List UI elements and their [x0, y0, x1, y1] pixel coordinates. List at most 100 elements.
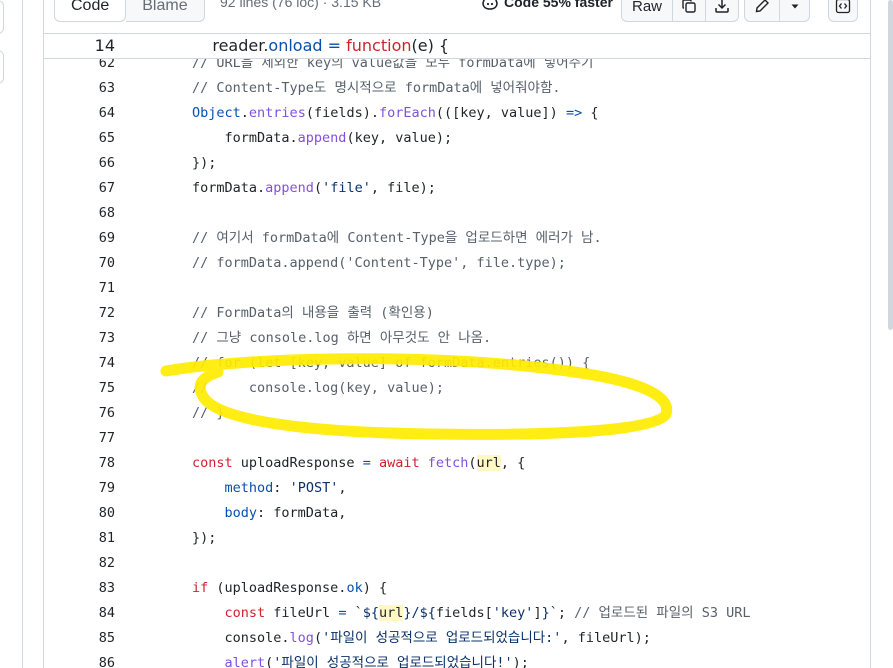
- view-switcher: Code Blame: [54, 0, 205, 22]
- code-tab[interactable]: Code: [54, 0, 127, 22]
- code-line: 84 const fileUrl = `${url}/${fields['key…: [44, 601, 870, 626]
- line-number[interactable]: 79: [44, 476, 115, 501]
- line-code: // FormData의 내용을 출력 (확인용): [192, 305, 434, 321]
- code-square-icon: [835, 0, 851, 14]
- code-line: 75 // console.log(key, value);: [44, 376, 870, 401]
- line-number[interactable]: 70: [44, 251, 115, 276]
- line-code: // 그냥 console.log 하면 아무것도 안 나옴.: [192, 330, 492, 346]
- line-code: // console.log(key, value);: [192, 380, 444, 396]
- more-edit-options-button[interactable]: [780, 0, 810, 22]
- line-number[interactable]: 68: [44, 201, 115, 226]
- download-icon: [715, 0, 729, 13]
- line-code: });: [192, 530, 217, 546]
- line-code: alert('파일이 성공적으로 업로드되었습니다!');: [224, 655, 529, 668]
- copy-icon: [682, 0, 696, 13]
- file-toolbar: Code Blame 92 lines (76 loc) · 3.15 KB C…: [43, 0, 871, 34]
- line-number[interactable]: 82: [44, 551, 115, 576]
- code-line: 68: [44, 201, 870, 226]
- code-line: 14 reader.onload = function(e) {: [44, 34, 870, 58]
- code-line: 66});: [44, 151, 870, 176]
- line-number[interactable]: 72: [44, 301, 115, 326]
- code-line: 72 // FormData의 내용을 출력 (확인용): [44, 301, 870, 326]
- code-line: 85 console.log('파일이 성공적으로 업로드되었습니다:', fi…: [44, 626, 870, 651]
- line-code: formData.append('file', file);: [192, 180, 436, 196]
- copy-raw-button[interactable]: [673, 0, 706, 22]
- line-code: body: formData,: [224, 505, 347, 521]
- line-number[interactable]: 14: [44, 34, 115, 58]
- line-code: // 여기서 formData에 Content-Type을 업로드하면 에러가…: [192, 230, 602, 246]
- code-line: 65 formData.append(key, value);: [44, 126, 870, 151]
- line-code: Object.entries(fields).forEach(([key, va…: [192, 105, 599, 121]
- line-code: method: 'POST',: [224, 480, 347, 496]
- line-code: const fileUrl = `${url}/${fields['key']}…: [224, 605, 751, 621]
- line-number[interactable]: 71: [44, 276, 115, 301]
- file-meta: 92 lines (76 loc) · 3.15 KB: [220, 0, 382, 10]
- page-rail: [0, 0, 23, 668]
- copilot-label: Code 55% faster: [504, 0, 613, 10]
- line-number[interactable]: 69: [44, 226, 115, 251]
- code-view: 62// URL을 제외한 key의 value값을 모두 formData에 …: [44, 51, 870, 668]
- code-line: 86 alert('파일이 성공적으로 업로드되었습니다!');: [44, 651, 870, 668]
- line-number[interactable]: 84: [44, 601, 115, 626]
- line-number[interactable]: 76: [44, 401, 115, 426]
- rail-tab-middle[interactable]: [0, 50, 4, 84]
- line-number[interactable]: 67: [44, 176, 115, 201]
- code-line: 74 // for (let [key, value] of formData.e…: [44, 351, 870, 376]
- line-code: const uploadResponse = await fetch(url, …: [192, 455, 526, 471]
- raw-button[interactable]: Raw: [621, 0, 673, 22]
- code-line: 63 // Content-Type도 명시적으로 formData에 넣어줘야함…: [44, 76, 870, 101]
- line-code: });: [192, 155, 217, 171]
- code-line: 78 const uploadResponse = await fetch(url…: [44, 451, 870, 476]
- code-line: 79 method: 'POST',: [44, 476, 870, 501]
- code-line: 82: [44, 551, 870, 576]
- line-number[interactable]: 77: [44, 426, 115, 451]
- rail-tab-top[interactable]: [0, 0, 4, 34]
- copilot-icon: [482, 0, 498, 10]
- line-code: // formData.append('Content-Type', file.…: [192, 255, 566, 271]
- line-code: if (uploadResponse.ok) {: [192, 580, 388, 596]
- line-number[interactable]: 78: [44, 451, 115, 476]
- line-number[interactable]: 73: [44, 326, 115, 351]
- line-number[interactable]: 80: [44, 501, 115, 526]
- line-number[interactable]: 75: [44, 376, 115, 401]
- line-number[interactable]: 64: [44, 101, 115, 126]
- line-number[interactable]: 86: [44, 651, 115, 668]
- line-number[interactable]: 65: [44, 126, 115, 151]
- line-code: formData.append(key, value);: [192, 130, 453, 146]
- code-line: 64 Object.entries(fields).forEach(([key, …: [44, 101, 870, 126]
- file-actions: Raw: [621, 0, 739, 22]
- download-button[interactable]: [706, 0, 739, 22]
- code-line: 76 // }: [44, 401, 870, 426]
- sticky-scope-line: 14 reader.onload = function(e) {: [44, 34, 870, 59]
- code-line: 81});: [44, 526, 870, 551]
- line-number[interactable]: 85: [44, 626, 115, 651]
- symbols-panel-button[interactable]: [828, 0, 858, 22]
- line-number[interactable]: 63: [44, 76, 115, 101]
- edit-actions: [744, 0, 810, 22]
- copilot-promo[interactable]: Code 55% faster: [481, 0, 613, 10]
- code-line: 80 body: formData,: [44, 501, 870, 526]
- line-code: reader.onload = function(e) {: [192, 36, 450, 55]
- page-scrollbar[interactable]: [888, 0, 893, 330]
- line-code: console.log('파일이 성공적으로 업로드되었습니다:', fileU…: [192, 630, 651, 646]
- line-number[interactable]: 83: [44, 576, 115, 601]
- line-number[interactable]: 74: [44, 351, 115, 376]
- line-number[interactable]: 81: [44, 526, 115, 551]
- triangle-down-icon: [791, 4, 798, 9]
- code-line: 73 // 그냥 console.log 하면 아무것도 안 나옴.: [44, 326, 870, 351]
- line-code: // for (let [key, value] of formData.ent…: [192, 355, 591, 371]
- code-line: 67 formData.append('file', file);: [44, 176, 870, 201]
- edit-button[interactable]: [744, 0, 780, 22]
- code-line: 71: [44, 276, 870, 301]
- line-number[interactable]: 66: [44, 151, 115, 176]
- code-line: 70 // formData.append('Content-Type', fil…: [44, 251, 870, 276]
- line-code: // Content-Type도 명시적으로 formData에 넣어줘야함.: [192, 80, 561, 96]
- code-line: 83 if (uploadResponse.ok) {: [44, 576, 870, 601]
- blame-tab[interactable]: Blame: [126, 0, 205, 22]
- pencil-icon: [755, 0, 769, 13]
- code-line: 69 // 여기서 formData에 Content-Type을 업로드하면 에…: [44, 226, 870, 251]
